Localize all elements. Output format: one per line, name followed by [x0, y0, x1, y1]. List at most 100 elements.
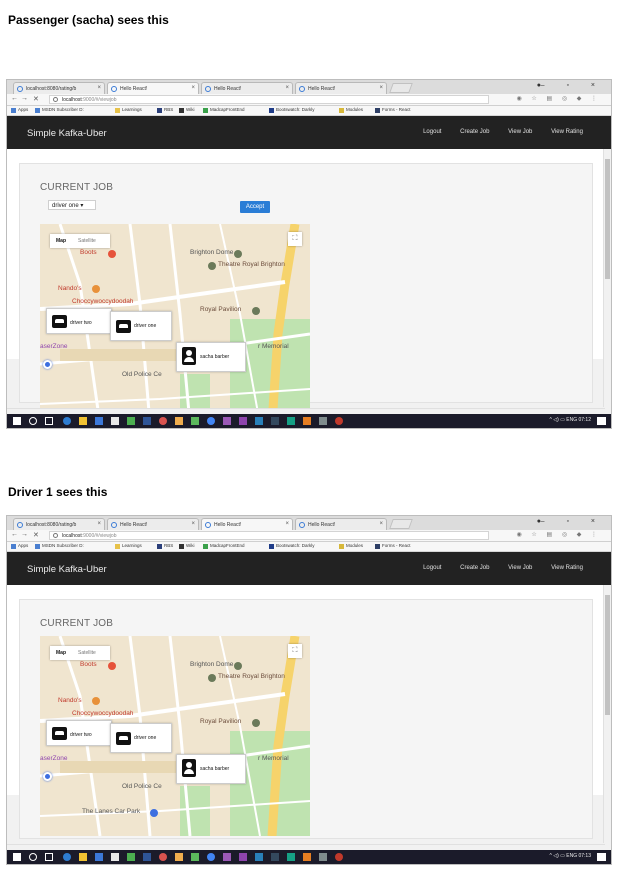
chrome-icon[interactable]: [207, 853, 215, 861]
bookmark-msdn[interactable]: MSDN Subscriber D:: [35, 107, 84, 113]
search-icon[interactable]: [29, 853, 37, 861]
task-view-icon[interactable]: [45, 417, 53, 425]
marker-driver-two[interactable]: driver two: [46, 308, 112, 334]
map-type-satellite[interactable]: Satellite: [78, 238, 96, 244]
tab-close-icon[interactable]: ×: [191, 85, 195, 91]
vertical-scrollbar[interactable]: [603, 585, 611, 843]
bookmark-modules[interactable]: Modules: [339, 107, 363, 113]
app-icon[interactable]: [255, 417, 263, 425]
bookmark-bootswatch[interactable]: Bootswatch: Darkly: [269, 543, 315, 549]
marker-sacha[interactable]: sacha barber: [176, 342, 246, 372]
vertical-scrollbar[interactable]: [603, 149, 611, 407]
app-icon[interactable]: [95, 853, 103, 861]
app-icon[interactable]: [319, 417, 327, 425]
task-view-icon[interactable]: [45, 853, 53, 861]
app-icon[interactable]: [127, 417, 135, 425]
bookmark-forms-react[interactable]: Forms - React: [375, 543, 411, 549]
tab-close-icon[interactable]: ×: [379, 85, 383, 91]
app-icon[interactable]: [111, 417, 119, 425]
tab-hello-react-2[interactable]: Hello React! ×: [201, 82, 293, 94]
bookmark-modules[interactable]: Modules: [339, 543, 363, 549]
map-type-control[interactable]: Map Satellite: [50, 234, 110, 248]
scroll-thumb[interactable]: [605, 159, 610, 279]
fullscreen-icon[interactable]: ⛶: [288, 644, 302, 658]
app-icon[interactable]: [303, 417, 311, 425]
bookmark-wiki[interactable]: Wiki: [179, 107, 195, 113]
nav-view-job[interactable]: View Job: [508, 565, 532, 571]
explorer-icon[interactable]: [79, 853, 87, 861]
forward-icon[interactable]: →: [21, 95, 28, 102]
marker-driver-two[interactable]: driver two: [46, 720, 112, 746]
opera-icon[interactable]: [159, 853, 167, 861]
notifications-icon[interactable]: [597, 853, 606, 861]
app-icon[interactable]: [175, 853, 183, 861]
explorer-icon[interactable]: [79, 417, 87, 425]
app-icon[interactable]: [191, 417, 199, 425]
marker-driver-one[interactable]: driver one: [110, 723, 172, 753]
bookmark-madcap[interactable]: MadcapFrontEnd: [203, 543, 245, 549]
nav-logout[interactable]: Logout: [423, 565, 441, 571]
app-brand[interactable]: Simple Kafka-Uber: [27, 128, 107, 139]
tab-hello-react-3[interactable]: Hello React! ×: [295, 82, 387, 94]
nav-create-job[interactable]: Create Job: [460, 565, 489, 571]
map-type-control[interactable]: Map Satellite: [50, 646, 110, 660]
stop-icon[interactable]: ✕: [33, 95, 39, 103]
accept-button[interactable]: Accept: [240, 201, 270, 213]
window-controls[interactable]: – ▫ ×: [541, 82, 605, 89]
visual-studio-icon[interactable]: [223, 853, 231, 861]
tab-close-icon[interactable]: ×: [285, 521, 289, 527]
marker-driver-one[interactable]: driver one: [110, 311, 172, 341]
bookmark-apps[interactable]: Apps: [11, 107, 28, 113]
system-tray[interactable]: ^ ◁) ▭ ENG 07:12: [550, 417, 592, 423]
bookmark-msdn[interactable]: MSDN Subscriber D:: [35, 543, 84, 549]
bookmark-apps[interactable]: Apps: [11, 543, 28, 549]
windows-start-icon[interactable]: [13, 853, 21, 861]
app-icon[interactable]: [143, 853, 151, 861]
bookmark-rbs[interactable]: RBS: [157, 543, 173, 549]
app-icon[interactable]: [191, 853, 199, 861]
app-icon[interactable]: [239, 853, 247, 861]
nav-view-job[interactable]: View Job: [508, 129, 532, 135]
system-tray[interactable]: ^ ◁) ▭ ENG 07:13: [550, 853, 592, 859]
fullscreen-icon[interactable]: ⛶: [288, 232, 302, 246]
forward-icon[interactable]: →: [21, 531, 28, 538]
app-icon[interactable]: [335, 417, 343, 425]
tab-close-icon[interactable]: ×: [285, 85, 289, 91]
opera-icon[interactable]: [159, 417, 167, 425]
url-input[interactable]: localhost:9000/#/viewjob: [49, 531, 489, 540]
app-icon[interactable]: [239, 417, 247, 425]
chrome-icon[interactable]: [207, 417, 215, 425]
marker-sacha[interactable]: sacha barber: [176, 754, 246, 784]
tab-rating[interactable]: localhost:8080/rating/b ×: [13, 82, 105, 94]
new-tab-button[interactable]: [389, 83, 413, 93]
driver-select[interactable]: driver one ▾: [48, 200, 96, 210]
bookmark-learnings[interactable]: Learnings: [115, 107, 142, 113]
app-icon[interactable]: [143, 417, 151, 425]
nav-create-job[interactable]: Create Job: [460, 129, 489, 135]
map[interactable]: Map Satellite ⛶ Boots Brighton Dome Thea…: [40, 636, 310, 836]
visual-studio-icon[interactable]: [223, 417, 231, 425]
back-icon[interactable]: ←: [11, 531, 18, 538]
app-brand[interactable]: Simple Kafka-Uber: [27, 564, 107, 575]
tab-hello-react-1[interactable]: Hello React! ×: [107, 518, 199, 530]
bookmark-wiki[interactable]: Wiki: [179, 543, 195, 549]
nav-logout[interactable]: Logout: [423, 129, 441, 135]
bookmark-rbs[interactable]: RBS: [157, 107, 173, 113]
scroll-thumb[interactable]: [605, 595, 610, 715]
nav-view-rating[interactable]: View Rating: [551, 565, 583, 571]
windows-start-icon[interactable]: [13, 417, 21, 425]
map[interactable]: Map Satellite ⛶ Boots Brighton Dome Thea…: [40, 224, 310, 424]
url-input[interactable]: localhost:9000/#/viewjob: [49, 95, 489, 104]
app-icon[interactable]: [111, 853, 119, 861]
app-icon[interactable]: [335, 853, 343, 861]
map-type-map[interactable]: Map: [56, 238, 66, 244]
edge-icon[interactable]: [63, 417, 71, 425]
tab-close-icon[interactable]: ×: [97, 85, 101, 91]
app-icon[interactable]: [319, 853, 327, 861]
app-icon[interactable]: [303, 853, 311, 861]
app-icon[interactable]: [255, 853, 263, 861]
app-icon[interactable]: [271, 417, 279, 425]
bookmark-forms-react[interactable]: Forms - React: [375, 107, 411, 113]
app-icon[interactable]: [271, 853, 279, 861]
extension-icons[interactable]: ◉ ☆ ▤ ◎ ◆ ⋮: [517, 531, 601, 538]
